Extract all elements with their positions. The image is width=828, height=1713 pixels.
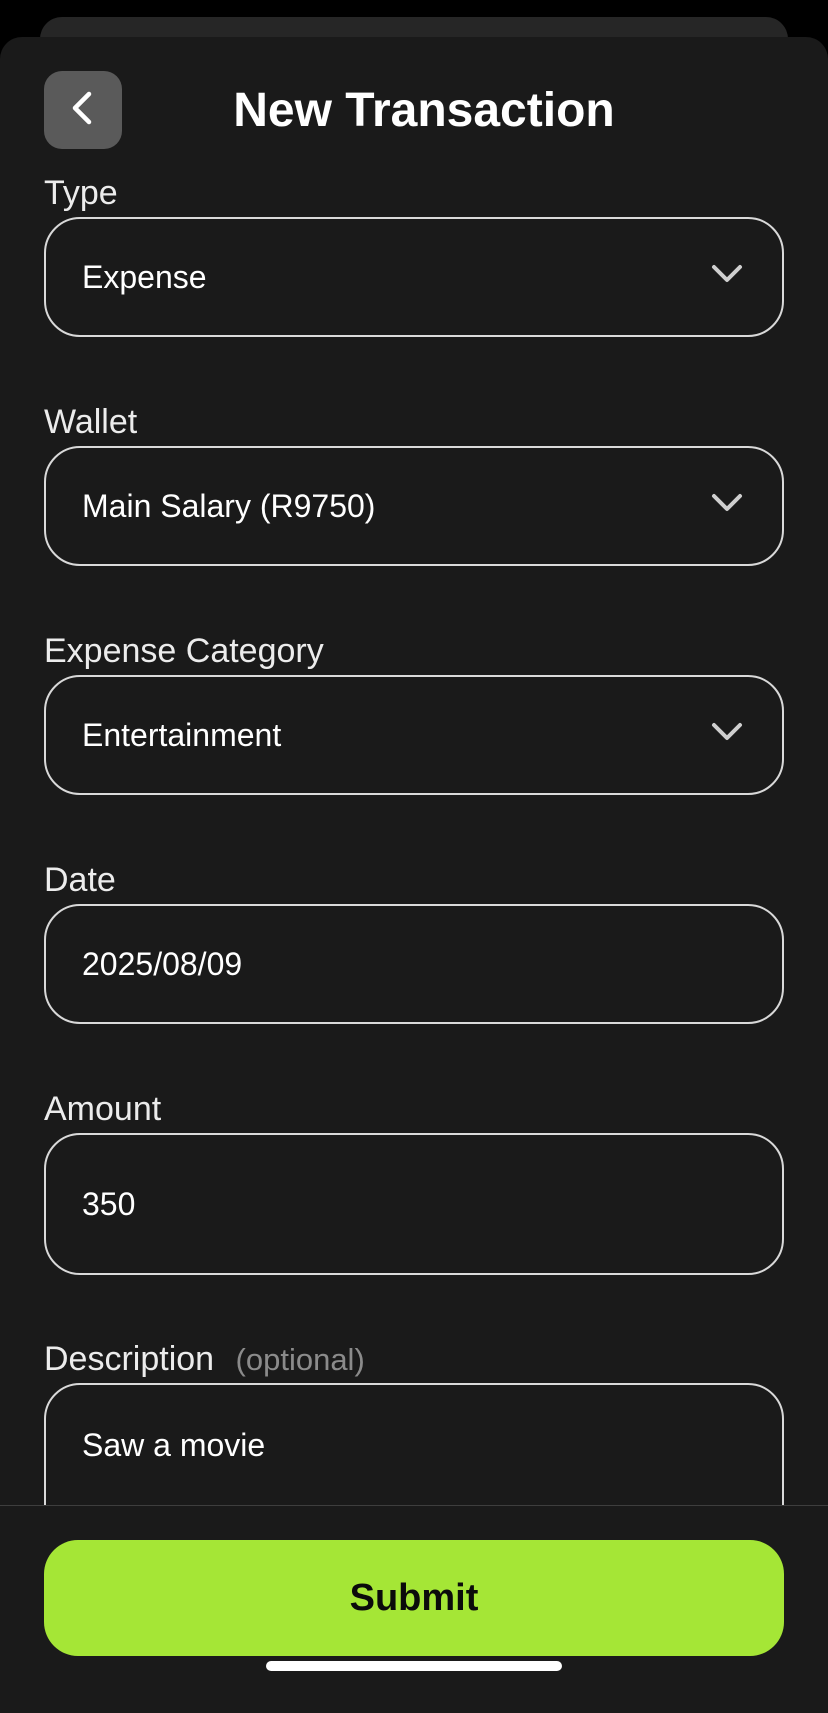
date-label: Date [44,861,116,899]
amount-field: Amount 350 [44,1089,784,1339]
wallet-value: Main Salary (R9750) [82,487,376,524]
description-label-group: Description (optional) [44,1339,365,1380]
chevron-down-icon [708,254,746,300]
home-indicator [266,1661,562,1671]
amount-label: Amount [44,1090,162,1128]
transaction-sheet: New Transaction Type Expense Wallet Main… [0,37,828,1713]
chevron-down-icon [708,483,746,529]
category-select[interactable]: Entertainment [44,675,784,795]
type-field: Type Expense [44,173,784,402]
header: New Transaction [0,37,828,177]
description-label: Description [44,1340,215,1378]
transaction-form: Type Expense Wallet Main Salary (R9750) … [44,173,784,1568]
amount-input[interactable]: 350 [44,1133,784,1275]
chevron-down-icon [708,712,746,758]
category-field: Expense Category Entertainment [44,631,784,860]
submit-button[interactable]: Submit [44,1540,784,1656]
wallet-select[interactable]: Main Salary (R9750) [44,446,784,566]
description-value: Saw a movie [82,1427,266,1463]
date-input[interactable]: 2025/08/09 [44,904,784,1024]
page-title: New Transaction [233,84,615,137]
type-select[interactable]: Expense [44,217,784,337]
optional-hint: (optional) [235,1342,365,1377]
date-field: Date 2025/08/09 [44,860,784,1089]
wallet-field: Wallet Main Salary (R9750) [44,402,784,631]
category-label: Expense Category [44,632,324,670]
wallet-label: Wallet [44,403,138,441]
date-value: 2025/08/09 [82,945,243,982]
type-label: Type [44,174,118,212]
amount-value: 350 [82,1185,136,1222]
category-value: Entertainment [82,716,282,753]
footer: Submit [0,1505,828,1713]
type-value: Expense [82,258,207,295]
